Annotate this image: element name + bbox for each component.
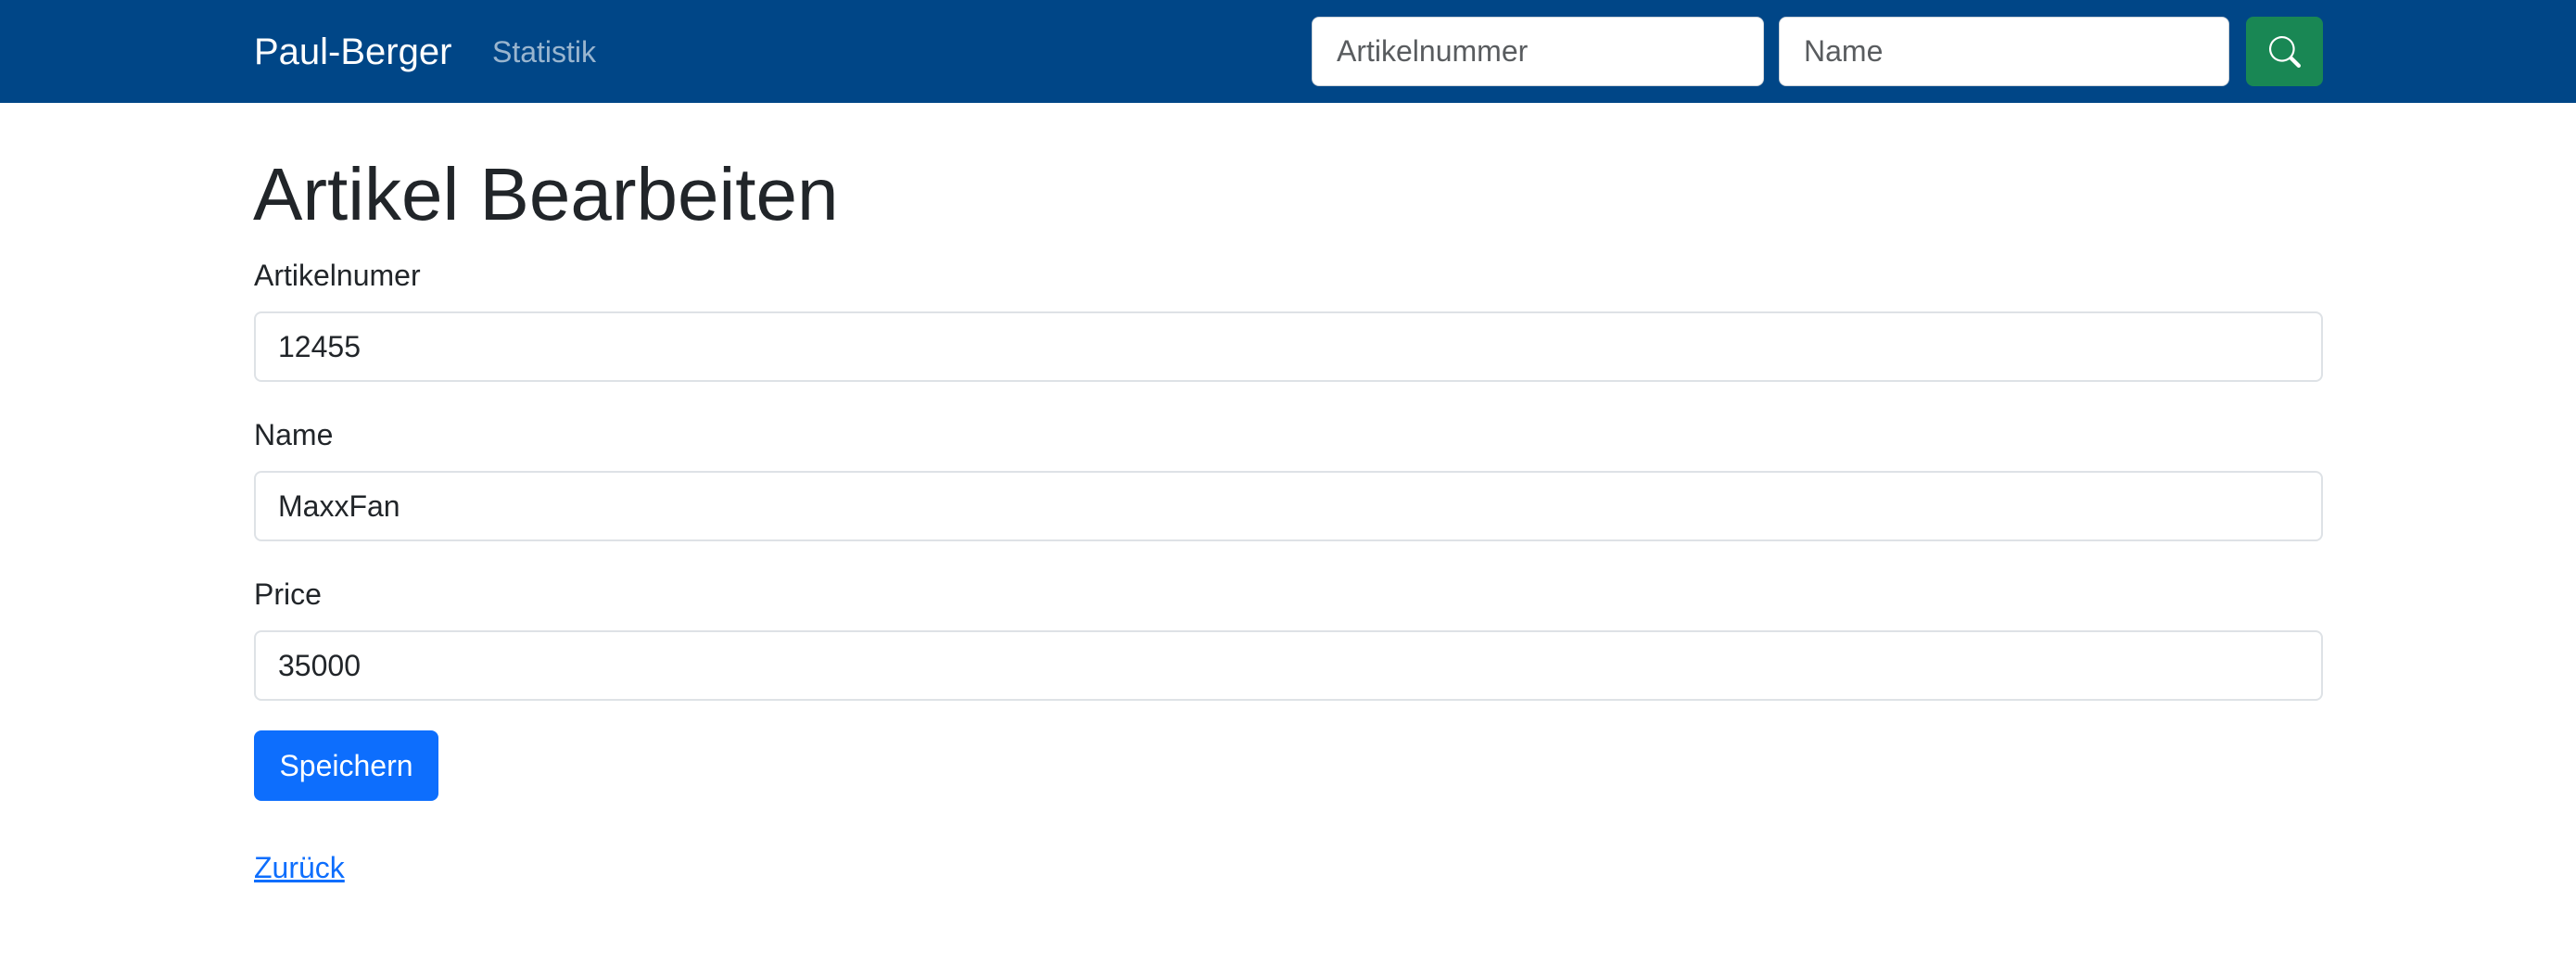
artikelnummer-label: Artikelnumer <box>254 259 421 292</box>
name-field[interactable] <box>254 471 2323 541</box>
search-icon <box>2268 35 2301 68</box>
top-navbar: Paul-Berger Statistik <box>0 0 2576 103</box>
price-label: Price <box>254 577 322 611</box>
price-field[interactable] <box>254 630 2323 701</box>
save-button[interactable]: Speichern <box>254 730 438 801</box>
name-label: Name <box>254 418 334 451</box>
name-search-input[interactable] <box>1779 17 2229 86</box>
brand-link[interactable]: Paul-Berger <box>254 29 451 75</box>
back-link[interactable]: Zurück <box>254 848 345 887</box>
search-button[interactable] <box>2246 17 2323 86</box>
page-title: Artikel Bearbeiten <box>253 153 839 235</box>
nav-link-statistik[interactable]: Statistik <box>492 32 596 71</box>
artikelnummer-search-input[interactable] <box>1312 17 1764 86</box>
artikelnummer-field[interactable] <box>254 311 2323 382</box>
